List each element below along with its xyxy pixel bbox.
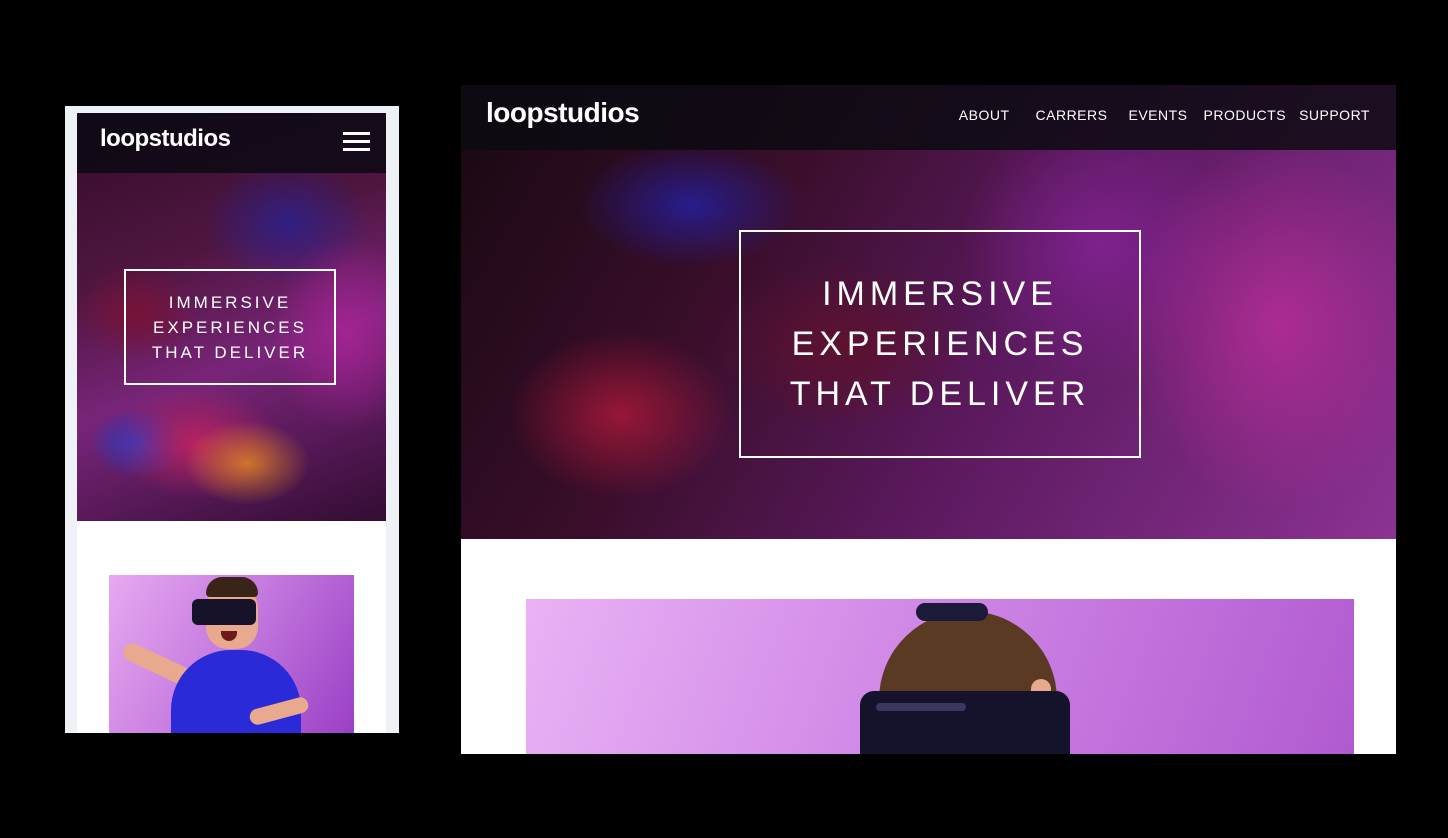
nav-item-support[interactable]: SUPPORT — [1299, 107, 1370, 123]
vr-headset-icon — [192, 599, 256, 625]
desktop-header: loopstudios ABOUT CARRERS EVENTS PRODUCT… — [461, 85, 1396, 150]
mobile-hero-title: IMMERSIVE EXPERIENCES THAT DELIVER — [151, 292, 309, 362]
person-hair — [206, 577, 258, 597]
person-shirt — [171, 650, 301, 733]
hamburger-menu-icon[interactable] — [343, 132, 370, 154]
vr-headset-highlight — [876, 703, 966, 711]
vr-strap — [916, 603, 988, 621]
primary-nav: ABOUT CARRERS EVENTS PRODUCTS SUPPORT — [959, 107, 1370, 123]
vr-headset-icon — [860, 691, 1070, 754]
mobile-header: loopstudios — [77, 113, 386, 173]
desktop-vr-photo — [526, 599, 1354, 754]
nav-item-events[interactable]: EVENTS — [1128, 107, 1187, 123]
mobile-screen: loopstudios IMMERSIVE EXPERIENCES THAT D… — [77, 113, 386, 733]
desktop-logo[interactable]: loopstudios — [486, 97, 640, 129]
nav-item-about[interactable]: ABOUT — [959, 107, 1010, 123]
nav-item-products[interactable]: PRODUCTS — [1204, 107, 1287, 123]
mobile-preview-frame: loopstudios IMMERSIVE EXPERIENCES THAT D… — [65, 106, 399, 733]
desktop-preview-frame: loopstudios ABOUT CARRERS EVENTS PRODUCT… — [461, 85, 1396, 754]
desktop-hero-title-box: IMMERSIVE EXPERIENCES THAT DELIVER — [739, 230, 1141, 458]
mobile-hero-title-box: IMMERSIVE EXPERIENCES THAT DELIVER — [124, 269, 336, 385]
nav-item-careers[interactable]: CARRERS — [1036, 107, 1108, 123]
desktop-hero-title: IMMERSIVE EXPERIENCES THAT DELIVER — [789, 275, 1091, 413]
mobile-logo[interactable]: loopstudios — [100, 125, 231, 153]
mobile-vr-photo — [109, 575, 354, 733]
